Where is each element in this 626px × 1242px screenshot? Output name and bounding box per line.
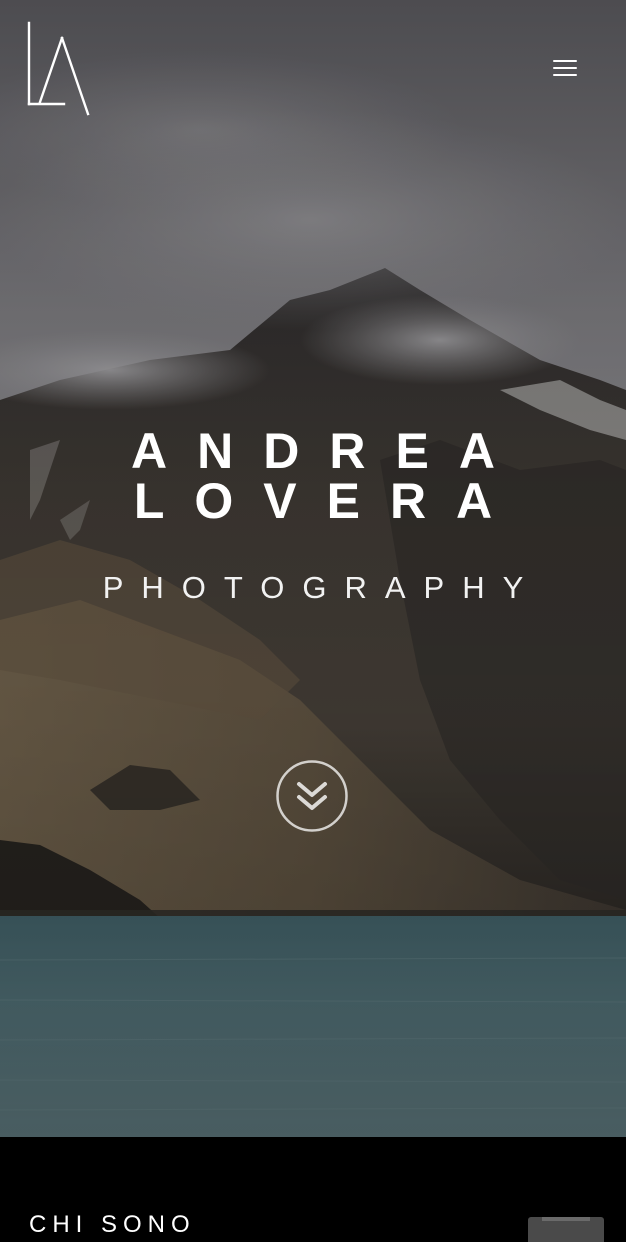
menu-bar	[553, 60, 577, 62]
hero-section: ANDREA LOVERA PHOTOGRAPHY	[0, 0, 626, 1137]
menu-bar	[553, 67, 577, 69]
hero-subtitle: PHOTOGRAPHY	[102, 570, 542, 605]
hero-title-last-name: LOVERA	[133, 473, 523, 529]
about-heading: CHI SONO	[29, 1211, 196, 1238]
about-section: CHI SONO	[0, 1137, 626, 1242]
page: ANDREA LOVERA PHOTOGRAPHY CHI SONO	[0, 0, 626, 1242]
al-monogram-logo[interactable]	[26, 20, 92, 118]
about-image	[528, 1217, 604, 1242]
hero-title-first-name: ANDREA	[131, 423, 525, 479]
menu-bar	[553, 74, 577, 76]
hamburger-menu-icon[interactable]	[548, 56, 582, 84]
double-chevron-down-icon[interactable]	[276, 760, 348, 832]
